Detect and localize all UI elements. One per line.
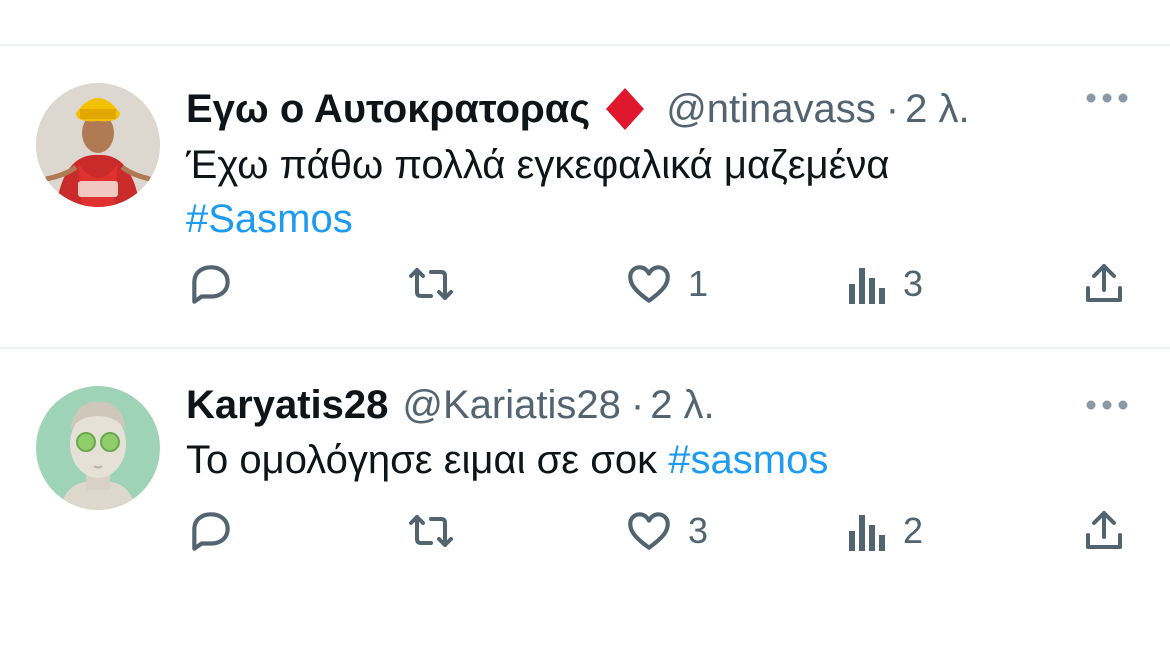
- hashtag-link[interactable]: #Sasmos: [186, 197, 353, 241]
- retweet-button[interactable]: [405, 254, 471, 314]
- tweet-text: Το ομολόγησε ειμαι σε σοκ #sasmos: [186, 433, 828, 487]
- share-icon: [1086, 511, 1122, 549]
- views-button[interactable]: 3: [845, 254, 923, 314]
- like-button[interactable]: 1: [624, 254, 708, 314]
- hashtag-link[interactable]: #sasmos: [668, 438, 828, 482]
- display-name[interactable]: Εγω ο Αυτοκρατορας: [186, 89, 590, 129]
- views-count: 3: [903, 263, 924, 304]
- tweet[interactable]: Karyatis28 @Kariatis28 · 2 λ. Το ομολόγη…: [0, 349, 1170, 649]
- red-diamond-icon: [604, 88, 646, 130]
- separator: ·: [630, 383, 645, 427]
- separator: ·: [885, 87, 900, 131]
- timestamp[interactable]: 2 λ.: [650, 385, 714, 425]
- retweet-icon: [409, 268, 453, 300]
- like-count: 1: [688, 263, 709, 304]
- like-button[interactable]: 3: [624, 501, 708, 561]
- share-button[interactable]: [1080, 254, 1128, 314]
- reply-icon: [192, 265, 230, 304]
- action-bar: 3 2: [0, 501, 1170, 561]
- user-handle[interactable]: @ntinavass: [666, 89, 876, 129]
- tweet-header: Karyatis28 @Kariatis28 · 2 λ.: [186, 375, 715, 435]
- views-icon: [849, 515, 885, 551]
- avatar[interactable]: [36, 386, 160, 510]
- display-name[interactable]: Karyatis28: [186, 385, 388, 425]
- reply-icon: [192, 512, 230, 551]
- share-icon: [1086, 264, 1122, 302]
- tweet-header: Εγω ο Αυτοκρατορας @ntinavass · 2 λ.: [186, 79, 970, 139]
- tweet[interactable]: Εγω ο Αυτοκρατορας @ntinavass · 2 λ. Έχω…: [0, 46, 1170, 346]
- tweet-body: Το ομολόγησε ειμαι σε σοκ: [186, 438, 658, 482]
- tweet-text: Έχω πάθω πολλά εγκεφαλικά μαζεμένα #Sasm…: [186, 138, 890, 246]
- timestamp[interactable]: 2 λ.: [905, 89, 969, 129]
- views-count: 2: [903, 510, 924, 551]
- like-icon: [628, 512, 670, 550]
- like-icon: [628, 265, 670, 303]
- retweet-button[interactable]: [405, 501, 471, 561]
- like-count: 3: [688, 510, 709, 551]
- user-handle[interactable]: @Kariatis28: [402, 385, 620, 425]
- reply-button[interactable]: [186, 254, 250, 314]
- tweet-body: Έχω πάθω πολλά εγκεφαλικά μαζεμένα: [186, 143, 890, 187]
- views-icon: [849, 268, 885, 304]
- reply-button[interactable]: [186, 501, 250, 561]
- retweet-icon: [409, 515, 453, 547]
- views-button[interactable]: 2: [845, 501, 923, 561]
- more-icon[interactable]: [1085, 91, 1129, 109]
- share-button[interactable]: [1080, 501, 1128, 561]
- avatar[interactable]: [36, 83, 160, 207]
- action-bar: 1 3: [0, 254, 1170, 314]
- more-icon[interactable]: [1085, 398, 1129, 416]
